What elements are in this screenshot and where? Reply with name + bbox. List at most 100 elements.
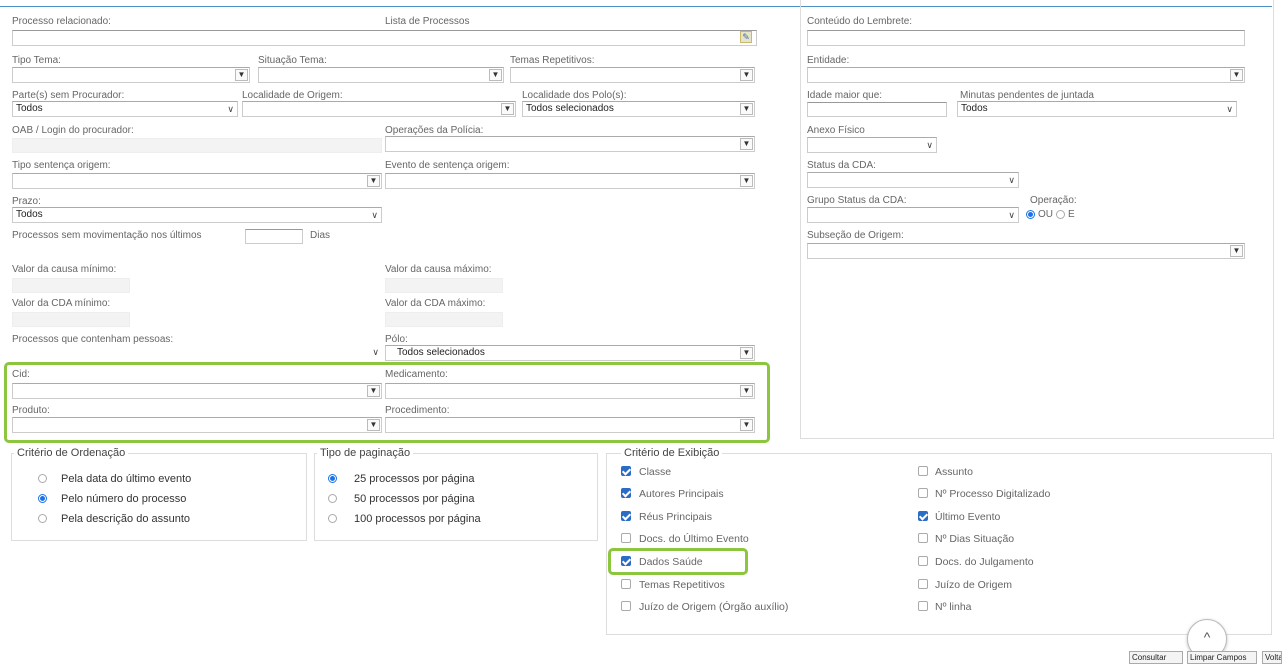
exibicao-check-assunto[interactable]	[918, 466, 928, 476]
entidade-select[interactable]: ▼	[807, 67, 1245, 83]
temas-repetitivos-label: Temas Repetitivos:	[510, 55, 595, 66]
paginacao-option-50: 50 processos por página	[354, 493, 475, 505]
localidade-polos-select[interactable]: Todos selecionados ▼	[522, 101, 755, 117]
ordenacao-option-numero: Pelo número do processo	[61, 493, 187, 505]
exibicao-check-juizo-auxilio[interactable]	[621, 601, 631, 611]
ordenacao-radio-numero[interactable]	[38, 494, 47, 503]
chevron-down-icon: ∨	[1008, 210, 1015, 220]
localidade-polos-value: Todos selecionados	[526, 103, 614, 114]
temas-repetitivos-select[interactable]: ▼	[510, 67, 755, 83]
tipo-tema-select[interactable]: ▼	[12, 67, 250, 83]
chevron-down-icon: ▼	[740, 103, 753, 115]
chevron-down-icon: ▼	[740, 385, 753, 397]
exibicao-check-temas[interactable]	[621, 579, 631, 589]
anexo-fisico-label: Anexo Físico	[807, 125, 865, 136]
exibicao-check-dados-saude[interactable]	[621, 556, 631, 566]
operacao-e-radio[interactable]	[1056, 210, 1065, 219]
limpar-campos-button[interactable]: Limpar Campos	[1187, 651, 1257, 664]
idade-maior-que-input[interactable]	[807, 102, 947, 117]
ordenacao-radio-assunto[interactable]	[38, 514, 47, 523]
ordenacao-title: Critério de Ordenação	[14, 447, 129, 459]
procedimento-select[interactable]: ▼	[385, 417, 755, 433]
paginacao-radio-50[interactable]	[328, 494, 337, 503]
exibicao-title: Critério de Exibição	[621, 447, 723, 459]
grupo-status-cda-label: Grupo Status da CDA:	[807, 195, 907, 206]
prazo-select[interactable]: Todos ∨	[12, 207, 382, 223]
paginacao-radio-100[interactable]	[328, 514, 337, 523]
valor-causa-min-input[interactable]	[12, 278, 130, 293]
minutas-pendentes-value: Todos	[961, 103, 988, 114]
consultar-button[interactable]: Consultar	[1129, 651, 1183, 664]
chevron-down-icon: ▼	[1230, 69, 1243, 81]
chevron-down-icon: ▼	[501, 103, 514, 115]
minutas-pendentes-select[interactable]: Todos ∨	[957, 101, 1237, 117]
exibicao-check-docs-julgamento[interactable]	[918, 556, 928, 566]
partes-sem-procurador-value: Todos	[16, 103, 43, 114]
valor-causa-max-input[interactable]	[385, 278, 503, 293]
exibicao-check-docs-ultimo[interactable]	[621, 533, 631, 543]
processos-pessoas-select[interactable]: ∨	[12, 345, 382, 361]
status-cda-label: Status da CDA:	[807, 160, 876, 171]
evento-sentenca-origem-select[interactable]: ▼	[385, 173, 755, 189]
exibicao-label-docs-ultimo: Docs. do Último Evento	[639, 533, 749, 545]
produto-label: Produto:	[12, 405, 50, 416]
oab-login-input[interactable]	[12, 138, 382, 153]
chevron-down-icon: ▼	[740, 347, 753, 359]
voltar-button[interactable]: Voltar	[1262, 651, 1282, 664]
exibicao-label-reus: Réus Principais	[639, 511, 712, 523]
exibicao-check-nlinha[interactable]	[918, 601, 928, 611]
prazo-value: Todos	[16, 209, 43, 220]
paginacao-option-25: 25 processos por página	[354, 473, 475, 485]
tipo-tema-label: Tipo Tema:	[12, 55, 61, 66]
exibicao-label-docs-julgamento: Docs. do Julgamento	[935, 556, 1034, 568]
situacao-tema-label: Situação Tema:	[258, 55, 327, 66]
chevron-down-icon: ▼	[740, 69, 753, 81]
exibicao-label-nlinha: Nº linha	[935, 601, 972, 613]
localidade-origem-select[interactable]: ▼	[242, 101, 516, 117]
partes-sem-procurador-select[interactable]: Todos ∨	[12, 101, 238, 117]
dias-input[interactable]	[245, 229, 303, 244]
valor-causa-max-label: Valor da causa máximo:	[385, 264, 492, 275]
valor-cda-min-label: Valor da CDA mínimo:	[12, 298, 111, 309]
cid-select[interactable]: ▼	[12, 383, 382, 399]
exibicao-label-digitalizado: Nº Processo Digitalizado	[935, 488, 1051, 500]
exibicao-check-dias-situacao[interactable]	[918, 533, 928, 543]
produto-select[interactable]: ▼	[12, 417, 382, 433]
dias-label: Dias	[310, 230, 331, 241]
conteudo-lembrete-label: Conteúdo do Lembrete:	[807, 16, 913, 27]
medicamento-select[interactable]: ▼	[385, 383, 755, 399]
edit-list-icon[interactable]: ✎	[740, 31, 752, 43]
valor-cda-min-input[interactable]	[12, 312, 130, 327]
operacao-ou-radio[interactable]	[1026, 210, 1035, 219]
processo-relacionado-input[interactable]	[12, 30, 757, 46]
exibicao-check-ultimo-evento[interactable]	[918, 511, 928, 521]
polo-value: Todos selecionados	[397, 347, 485, 358]
tipo-sentenca-origem-select[interactable]: ▼	[12, 173, 382, 189]
processos-sem-mov-label: Processos sem movimentação nos últimos	[12, 230, 202, 241]
exibicao-label-juizo-auxilio: Juízo de Origem (Órgão auxílio)	[639, 601, 789, 613]
ordenacao-radio-data[interactable]	[38, 474, 47, 483]
chevron-down-icon: ▼	[740, 175, 753, 187]
lista-processos-label: Lista de Processos	[385, 16, 470, 27]
chevron-down-icon: ▼	[367, 385, 380, 397]
grupo-status-cda-select[interactable]: ∨	[807, 207, 1019, 223]
exibicao-check-classe[interactable]	[621, 466, 631, 476]
exibicao-check-reus[interactable]	[621, 511, 631, 521]
subsecao-origem-select[interactable]: ▼	[807, 243, 1245, 259]
valor-cda-max-input[interactable]	[385, 312, 503, 327]
exibicao-check-juizo-origem[interactable]	[918, 579, 928, 589]
paginacao-radio-25[interactable]	[328, 474, 337, 483]
exibicao-check-digitalizado[interactable]	[918, 488, 928, 498]
status-cda-select[interactable]: ∨	[807, 172, 1019, 188]
exibicao-check-autores[interactable]	[621, 488, 631, 498]
chevron-down-icon: ▼	[367, 419, 380, 431]
chevron-down-icon: ∨	[371, 210, 378, 220]
chevron-down-icon: ▼	[1230, 245, 1243, 257]
polo-select[interactable]: Todos selecionados ▼	[385, 345, 755, 361]
conteudo-lembrete-input[interactable]	[807, 30, 1245, 46]
anexo-fisico-select[interactable]: ∨	[807, 137, 937, 153]
situacao-tema-select[interactable]: ▼	[258, 67, 504, 83]
chevron-down-icon: ∨	[1008, 175, 1015, 185]
operacoes-policia-select[interactable]: ▼	[385, 136, 755, 152]
chevron-down-icon: ∨	[372, 347, 379, 357]
